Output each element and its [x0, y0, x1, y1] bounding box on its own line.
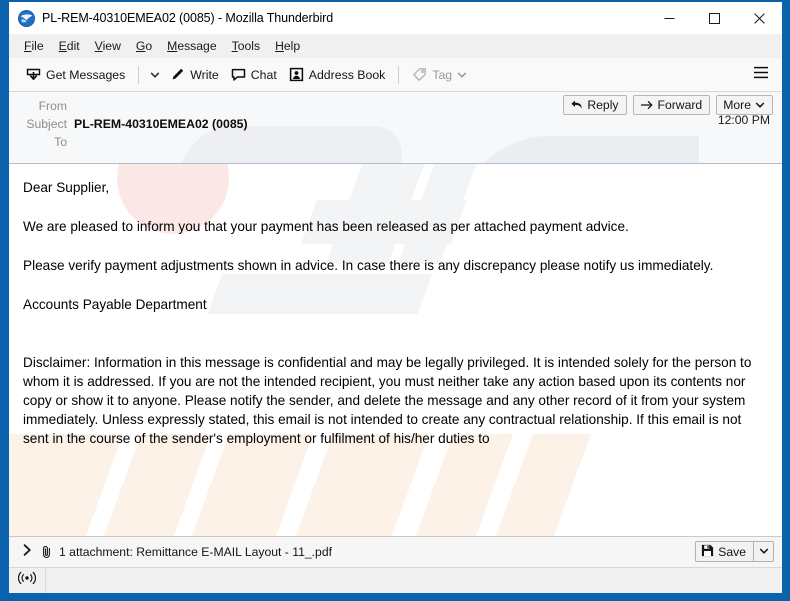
menu-edit[interactable]: Edit — [52, 37, 88, 55]
app-menu-button[interactable] — [751, 64, 771, 86]
message-header: Reply Forward More 12:00 PM From Subject… — [9, 92, 782, 164]
menu-bar: File Edit View Go Message Tools Help — [9, 34, 782, 58]
tag-dropdown-icon[interactable] — [457, 70, 467, 80]
get-messages-button[interactable]: Get Messages — [20, 64, 131, 85]
minimize-button[interactable] — [647, 2, 692, 34]
main-toolbar: Get Messages Write Chat Address Book Tag — [9, 58, 782, 92]
save-button[interactable]: Save — [695, 541, 753, 562]
menu-tools-rest: ools — [237, 38, 261, 53]
attachment-bar: 1 attachment: Remittance E-MAIL Layout -… — [9, 536, 782, 567]
broadcast-icon — [17, 571, 37, 590]
tag-label: Tag — [432, 67, 453, 82]
menu-edit-label: E — [58, 38, 67, 53]
write-label: Write — [190, 67, 219, 82]
watermark-text-stripe-3 — [180, 434, 314, 536]
chevron-down-icon — [755, 100, 765, 110]
hamburger-icon — [753, 66, 769, 84]
forward-button[interactable]: Forward — [632, 95, 711, 115]
subject-value: PL-REM-40310EMEA02 (0085) — [74, 117, 248, 131]
more-button[interactable]: More — [716, 95, 773, 115]
toolbar-divider-2 — [398, 65, 400, 84]
body-disclaimer: Disclaimer: Information in this message … — [23, 355, 752, 446]
header-row-subject: Subject PL-REM-40310EMEA02 (0085) — [9, 115, 782, 133]
menu-view-rest: iew — [102, 38, 121, 53]
chat-button[interactable]: Chat — [225, 64, 283, 85]
title-bar: PL-REM-40310EMEA02 (0085) - Mozilla Thun… — [9, 2, 782, 34]
get-messages-label: Get Messages — [46, 67, 126, 82]
save-disk-icon — [701, 544, 714, 560]
chat-bubble-icon — [231, 67, 246, 82]
body-greeting: Dear Supplier, — [23, 180, 110, 195]
menu-help[interactable]: Help — [268, 37, 308, 55]
attachment-expander[interactable] — [19, 543, 35, 561]
thunderbird-icon — [18, 9, 35, 27]
menu-go[interactable]: Go — [129, 37, 160, 55]
reply-button[interactable]: Reply — [563, 95, 627, 115]
tag-icon — [412, 67, 427, 82]
window-title: PL-REM-40310EMEA02 (0085) - Mozilla Thun… — [42, 11, 334, 25]
address-book-icon — [289, 67, 304, 82]
menu-help-rest: elp — [283, 38, 301, 53]
forward-icon — [640, 99, 654, 111]
body-signature: Accounts Payable Department — [23, 297, 207, 312]
chevron-down-icon — [759, 543, 769, 561]
from-label: From — [38, 99, 67, 113]
menu-message[interactable]: Message — [160, 37, 224, 55]
menu-view[interactable]: View — [88, 37, 129, 55]
forward-label: Forward — [657, 97, 703, 112]
get-messages-dropdown[interactable] — [146, 67, 164, 83]
menu-file-rest: ile — [31, 38, 44, 53]
subject-label: Subject — [26, 117, 67, 131]
message-time: 12:00 PM — [717, 113, 770, 127]
body-paragraph-2: Please verify payment adjustments shown … — [23, 258, 714, 273]
attachment-label[interactable]: 1 attachment: Remittance E-MAIL Layout -… — [59, 545, 332, 559]
close-button[interactable] — [737, 2, 782, 34]
watermark-text-stripe-4 — [284, 434, 430, 536]
menu-view-label: V — [94, 38, 103, 53]
attachment-save-group: Save — [695, 541, 774, 562]
pencil-icon — [170, 67, 185, 82]
save-label: Save — [718, 544, 746, 559]
address-book-button[interactable]: Address Book — [283, 64, 392, 85]
body-paragraph-1: We are pleased to inform you that your p… — [23, 219, 629, 234]
message-body-content: Dear Supplier, We are pleased to inform … — [9, 164, 782, 448]
watermark-text-stripe-6 — [484, 434, 592, 536]
paperclip-icon — [41, 545, 53, 559]
message-body-pane[interactable]: Dear Supplier, We are pleased to inform … — [9, 164, 782, 536]
watermark-text-stripe-1 — [9, 434, 124, 536]
tag-button[interactable]: Tag — [406, 64, 473, 85]
to-label: To — [54, 135, 67, 149]
save-dropdown-button[interactable] — [753, 541, 774, 562]
watermark-text-stripe-5 — [404, 434, 514, 536]
chevron-right-icon — [22, 543, 33, 561]
reply-icon — [570, 99, 583, 111]
menu-go-rest: o — [145, 38, 153, 53]
menu-tools[interactable]: Tools — [225, 37, 268, 55]
header-row-to: To — [9, 133, 782, 151]
reply-label: Reply — [587, 97, 619, 112]
toolbar-divider-1 — [138, 65, 140, 84]
menu-edit-rest: dit — [66, 38, 80, 53]
address-book-label: Address Book — [308, 67, 386, 82]
menu-message-rest: essage — [177, 38, 217, 53]
message-actions: Reply Forward More — [563, 95, 773, 115]
window-client-area: PL-REM-40310EMEA02 (0085) - Mozilla Thun… — [9, 2, 782, 593]
watermark-text-stripe-2 — [92, 434, 212, 536]
chat-label: Chat — [250, 67, 277, 82]
window-controls — [647, 2, 782, 34]
write-button[interactable]: Write — [164, 64, 224, 85]
thunderbird-window: PL-REM-40310EMEA02 (0085) - Mozilla Thun… — [0, 0, 790, 601]
menu-file[interactable]: File — [17, 37, 52, 55]
menu-message-label: M — [167, 38, 178, 53]
menu-go-label: G — [135, 38, 146, 53]
menu-help-label: H — [275, 38, 284, 53]
get-messages-icon — [26, 67, 41, 82]
more-label: More — [723, 97, 751, 112]
status-bar — [9, 567, 782, 593]
maximize-button[interactable] — [692, 2, 737, 34]
status-broadcast-cell[interactable] — [9, 568, 46, 593]
